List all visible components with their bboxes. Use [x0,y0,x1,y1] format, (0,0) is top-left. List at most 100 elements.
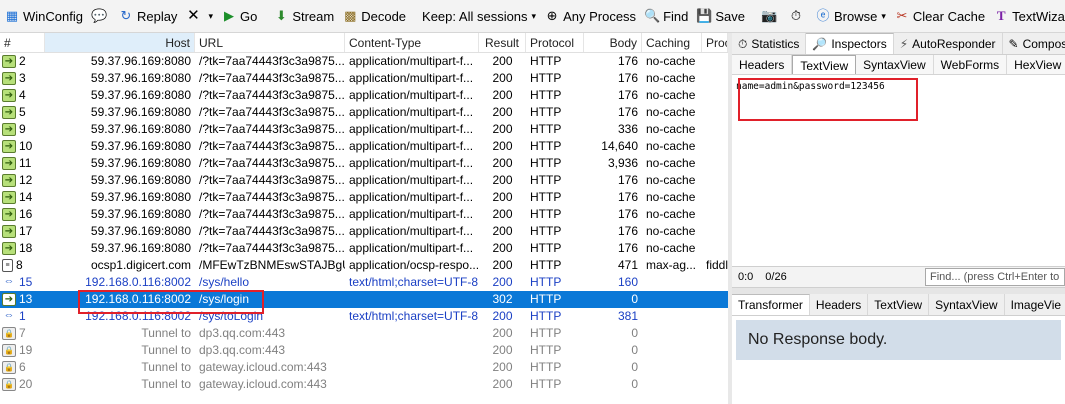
session-number-cell: ➔ 18 [0,240,45,257]
session-row[interactable]: 🔒 7 Tunnel to dp3.qq.com:443 200 HTTP 0 [0,325,728,342]
caching-cell [642,359,702,376]
protocol-cell: HTTP [530,156,562,170]
session-row[interactable]: ➔ 11 59.37.96.169:8080 /?tk=7aa74443f3c3a98… [0,155,728,172]
request-tab-syntaxview[interactable]: SyntaxView [856,55,934,74]
column-header-caching[interactable]: Caching [642,33,702,52]
column-header-result[interactable]: Result [479,33,526,52]
content-type-cell: text/html;charset=UTF-8 [349,309,479,323]
response-tab-headers[interactable]: Headers [810,294,869,315]
response-tab-syntaxview[interactable]: SyntaxView [929,294,1005,315]
result-cell: 200 [492,105,513,119]
decode-button[interactable]: ▩ Decode [338,4,410,28]
session-row[interactable]: ➔ 3 59.37.96.169:8080 /?tk=7aa74443f3c3a987… [0,70,728,87]
session-row[interactable]: ➔ 12 59.37.96.169:8080 /?tk=7aa74443f3c3a98… [0,172,728,189]
tab-autoresponder[interactable]: ⚡ AutoResponder [894,33,1003,54]
any-process-button[interactable]: ⊕ Any Process [540,4,640,28]
session-row[interactable]: ➔ 2 59.37.96.169:8080 /?tk=7aa74443f3c3a987… [0,53,728,70]
green-arrow-icon: ➔ [2,123,16,136]
save-button[interactable]: 💾 Save [692,4,749,28]
green-arrow-icon: ➔ [2,208,16,221]
url-cell: /?tk=7aa74443f3c3a9875... [199,241,345,255]
session-number: 3 [19,71,26,85]
host-cell: 59.37.96.169:8080 [90,122,191,136]
host-cell: Tunnel to [141,343,191,357]
blue-arrows-icon: ⇔ [3,309,15,321]
process-cell [702,342,728,359]
protocol-cell: HTTP [530,241,562,255]
host-cell: 59.37.96.169:8080 [90,71,191,85]
session-number-cell: 🔒 20 [0,376,45,393]
session-number: 16 [19,207,33,221]
session-row[interactable]: 🔒 6 Tunnel to gateway.icloud.com:443 200 HTTP… [0,359,728,376]
replay-button[interactable]: ↻ Replay [114,4,181,28]
column-header-number[interactable]: # [0,33,45,52]
body-size-cell: 160 [617,275,638,289]
find-input[interactable]: Find... (press Ctrl+Enter to [925,268,1065,286]
response-tab-imageview[interactable]: ImageVie [1005,294,1065,315]
go-button[interactable]: ▶ Go [217,4,261,28]
session-row[interactable]: ⇔ 15 192.168.0.116:8002/sys/hello text/html… [0,274,728,291]
find-button[interactable]: 🔍 Find [640,4,692,28]
stream-button[interactable]: ⬇ Stream [269,4,338,28]
request-tab-webforms[interactable]: WebForms [934,55,1008,74]
session-row[interactable]: ➔ 16 59.37.96.169:8080 /?tk=7aa74443f3c3a98… [0,206,728,223]
request-tab-headers[interactable]: Headers [732,55,793,74]
session-number: 13 [19,292,33,306]
session-number: 9 [19,122,26,136]
session-row[interactable]: ≡ 8 ocsp1.digicert.com/MFEwTzBNMEswSTAJBgU… [0,257,728,274]
session-number: 1 [19,309,26,323]
body-size-cell: 0 [631,292,638,306]
request-tab-textview[interactable]: TextView [792,55,857,74]
session-row[interactable]: 🔒 19 Tunnel to dp3.qq.com:443 200 HTTP 0 [0,342,728,359]
clear-cache-button[interactable]: ✂ Clear Cache [890,4,989,28]
column-header-content-type[interactable]: Content-Type [345,33,479,52]
process-cell [702,104,728,121]
save-disk-icon: 💾 [696,8,713,23]
caching-cell [642,274,702,291]
session-row[interactable]: ➔ 17 59.37.96.169:8080 /?tk=7aa74443f3c3a98… [0,223,728,240]
remove-button[interactable]: ✕ ▾ [181,4,217,28]
session-row[interactable]: 🔒 20 Tunnel to gateway.icloud.com:443 200 HTT… [0,376,728,393]
session-row[interactable]: ➔ 9 59.37.96.169:8080 /?tk=7aa74443f3c3a987… [0,121,728,138]
keep-sessions-dropdown[interactable]: Keep: All sessions ▾ [418,4,540,28]
request-tab-hexview[interactable]: HexView [1007,55,1065,74]
request-body-text[interactable]: name=admin&password=123456 [732,75,1065,266]
url-cell: /?tk=7aa74443f3c3a9875... [199,173,345,187]
session-row[interactable]: ➔ 5 59.37.96.169:8080 /?tk=7aa74443f3c3a987… [0,104,728,121]
response-tab-textview[interactable]: TextView [868,294,930,315]
session-row[interactable]: ➔ 14 59.37.96.169:8080 /?tk=7aa74443f3c3a98… [0,189,728,206]
winconfig-button[interactable]: ▦ WinConfig [0,4,87,28]
tab-composer[interactable]: ✎ Compos [1003,33,1065,54]
green-arrow-icon: ➔ [2,242,16,255]
save-label: Save [715,8,745,24]
textwizard-button[interactable]: T TextWizard [989,4,1065,28]
session-row[interactable]: ⇔ 1 192.168.0.116:8002/sys/toLogin text/htm… [0,308,728,325]
protocol-cell: HTTP [530,122,562,136]
response-tab-transformer[interactable]: Transformer [732,294,810,315]
column-header-url[interactable]: URL [195,33,345,52]
process-cell [702,308,728,325]
host-cell: 59.37.96.169:8080 [90,190,191,204]
comment-button[interactable]: 💬 [87,4,114,28]
session-row[interactable]: ➔ 4 59.37.96.169:8080 /?tk=7aa74443f3c3a987… [0,87,728,104]
column-header-body[interactable]: Body [584,33,642,52]
process-cell: fiddle [706,258,728,272]
timer-button[interactable]: ⏱ [784,4,811,28]
tab-statistics[interactable]: ⏱ Statistics [732,33,807,54]
caching-cell: no-cache [646,156,696,170]
go-label: Go [239,8,258,24]
session-row[interactable]: ➔ 18 59.37.96.169:8080 /?tk=7aa74443f3c3a98… [0,240,728,257]
tab-inspectors[interactable]: 🔎 Inspectors [806,33,894,54]
browse-button[interactable]: ⓔ Browse ▾ [811,4,890,28]
session-number-cell: ➔ 12 [0,172,45,189]
session-number-cell: 🔒 7 [0,325,45,342]
column-header-protocol[interactable]: Protocol [526,33,584,52]
session-row[interactable]: ➔ 13 192.168.0.116:8002/sys/login 302 HTTP 0 [0,291,728,308]
keep-sessions-label: Keep: All sessions [422,8,528,24]
session-row[interactable]: ➔ 10 59.37.96.169:8080 /?tk=7aa74443f3c3a98… [0,138,728,155]
column-header-process[interactable]: Proce [702,33,728,52]
content-type-cell: application/multipart-f... [349,122,474,136]
screenshot-button[interactable]: 📷 [757,4,784,28]
green-arrow-icon: ➔ [2,293,16,306]
column-header-host[interactable]: Host [45,33,195,52]
